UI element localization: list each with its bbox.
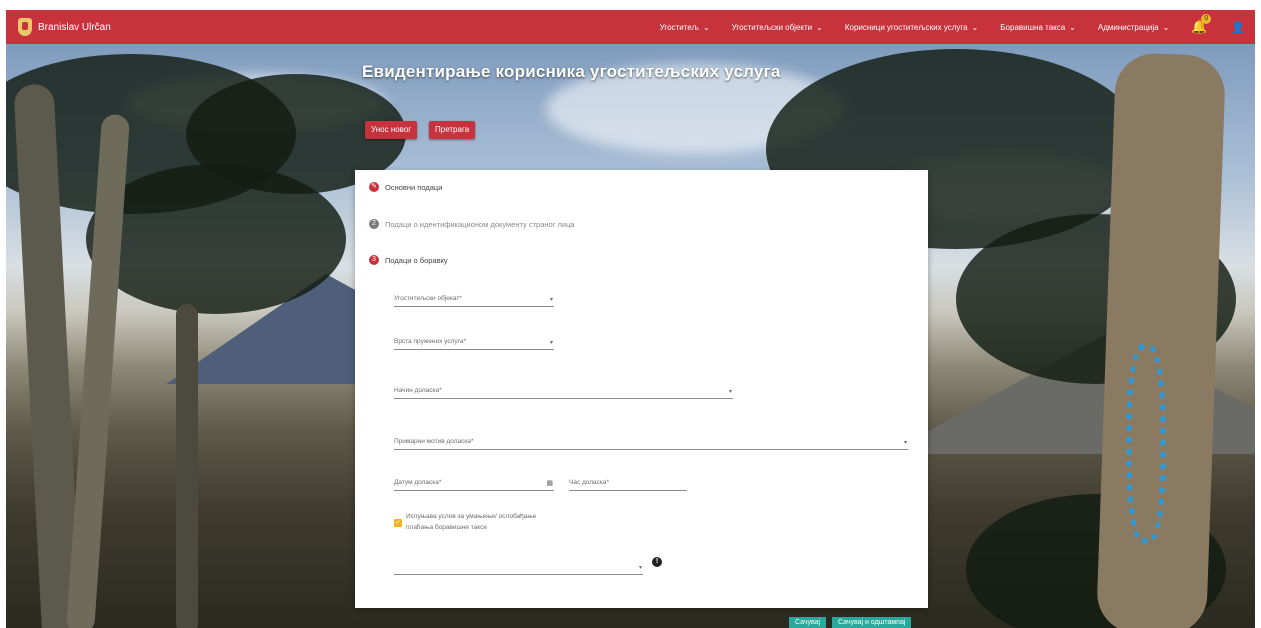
field-label: Датум доласка*	[394, 479, 442, 486]
arrival-date-field[interactable]: Датум доласка* ▦	[394, 475, 554, 491]
nav-item-label: Боравишна такса	[1000, 22, 1066, 32]
chevron-down-icon: ⌄	[702, 22, 710, 32]
top-navbar: Branislav Ulrčan Угоститељ ⌄ Угоститељск…	[6, 10, 1255, 44]
notifications-button[interactable]: 🔔 0	[1191, 14, 1212, 35]
step-label: Основни подаци	[385, 182, 443, 192]
chevron-down-icon: ⌄	[1162, 22, 1170, 32]
dropdown-arrow-icon: ▾	[549, 340, 553, 346]
notification-badge: 0	[1201, 14, 1212, 24]
step-number-icon: 2	[369, 219, 379, 229]
nav-item-label: Корисници угоститељских услуга	[844, 22, 968, 32]
step-label: Подаци о боравку	[385, 255, 448, 265]
chevron-down-icon: ⌄	[1069, 22, 1076, 32]
facility-select[interactable]: Угоститељски објекат* ▾	[394, 291, 554, 307]
step-label: Подаци о идентификационом документу стра…	[385, 219, 575, 229]
nav-item-label: Угоститељ	[659, 22, 699, 32]
checkmark-icon[interactable]: ✓	[394, 518, 402, 527]
field-label: Угоститељски објекат*	[394, 295, 462, 302]
step-number-icon: 3	[369, 255, 379, 265]
brand[interactable]: Branislav Ulrčan	[6, 18, 111, 36]
edit-icon: ✎	[369, 182, 379, 192]
nav-item-label: Администрација	[1097, 22, 1159, 32]
field-label: Час доласка*	[569, 479, 610, 486]
service-type-select[interactable]: Врста пружених услуга* ▾	[394, 334, 554, 350]
form-card: ✎ Основни подаци 2 Подаци о идентификаци…	[355, 170, 928, 608]
step-stay-data[interactable]: 3 Подаци о боравку	[369, 255, 448, 265]
info-icon[interactable]: !	[652, 557, 662, 567]
save-and-print-button[interactable]: Сачувај и одштампај	[832, 617, 912, 628]
coat-of-arms-icon	[18, 18, 32, 36]
dropdown-arrow-icon: ▾	[549, 297, 553, 303]
nav-item-tourist-tax[interactable]: Боравишна такса ⌄	[1000, 23, 1076, 32]
arrival-method-select[interactable]: Начин доласка* ▾	[394, 383, 733, 399]
arrival-reason-select[interactable]: Примарни мотив доласка* ▾	[394, 434, 908, 450]
save-button[interactable]: Сачувај	[789, 617, 827, 628]
arrival-time-field[interactable]: Час доласка*	[569, 475, 687, 491]
chevron-down-icon: ⌄	[971, 22, 979, 32]
step-identification-document[interactable]: 2 Подаци о идентификационом документу ст…	[369, 219, 575, 229]
nav-item-administration[interactable]: Администрација ⌄	[1098, 23, 1169, 32]
calendar-icon[interactable]: ▦	[546, 479, 553, 487]
nav-item-host[interactable]: Угоститељ ⌄	[660, 23, 710, 32]
dropdown-arrow-icon: ▾	[903, 440, 907, 446]
new-entry-button[interactable]: Унос новог	[365, 121, 418, 139]
user-icon[interactable]: 👤	[1231, 21, 1245, 34]
chevron-down-icon: ⌄	[816, 22, 823, 32]
search-button[interactable]: Претрага	[429, 121, 476, 139]
field-label: Начин доласка*	[394, 387, 442, 394]
nav-menu: Угоститељ ⌄ Угоститељски објекти ⌄ Корис…	[660, 14, 1255, 35]
user-name: Branislav Ulrčan	[38, 21, 111, 33]
nav-item-label: Угоститељски објекти	[731, 22, 813, 32]
nav-item-guests[interactable]: Корисници угоститељских услуга ⌄	[845, 23, 978, 32]
tax-reduction-checkbox[interactable]: ✓ Испуњава услов за умањење/ ослобађање …	[394, 512, 551, 533]
nav-item-facilities[interactable]: Угоститељски објекти ⌄	[732, 23, 823, 32]
checkbox-label: Испуњава услов за умањење/ ослобађање пл…	[406, 513, 537, 531]
field-label: Врста пружених услуга*	[394, 338, 466, 345]
dropdown-arrow-icon: ▾	[728, 389, 732, 395]
dropdown-arrow-icon: ▾	[638, 565, 642, 571]
step-basic-data[interactable]: ✎ Основни подаци	[369, 182, 442, 192]
page-title: Евидентирање корисника угоститељских усл…	[362, 62, 781, 81]
field-label: Примарни мотив доласка*	[394, 438, 474, 445]
reduction-reason-select[interactable]: ▾	[394, 559, 643, 575]
